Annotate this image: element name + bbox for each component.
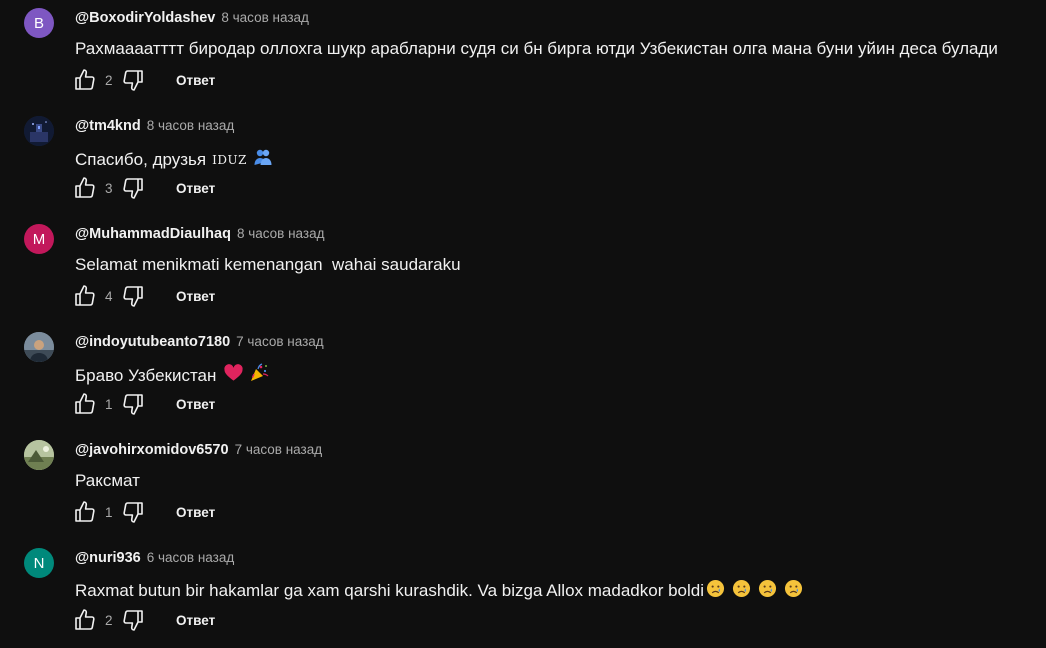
comment-text: Рахмаааатттт биродар оллохга шукр арабла… xyxy=(75,39,998,59)
dislike-icon[interactable] xyxy=(120,607,146,633)
author-name[interactable]: @tm4knd xyxy=(75,118,141,134)
comment-header: @indoyutubeanto7180 7 часов назад xyxy=(75,334,324,354)
avatar-letter: N xyxy=(33,554,45,572)
comment-header: @MuhammadDiaulhaq 8 часов назад xyxy=(75,226,324,246)
avatar[interactable]: M xyxy=(24,224,54,254)
reply-button[interactable]: Ответ xyxy=(176,289,215,304)
comment-actions: 3 Ответ xyxy=(72,174,215,202)
comment-header: @BoxodirYoldashev 8 часов назад xyxy=(75,10,309,30)
comment-text-content: Рахмаааатттт биродар оллохга шукр арабла… xyxy=(75,39,998,58)
comment-text-content: Раксмат xyxy=(75,471,140,490)
avatar-letter: M xyxy=(32,230,46,248)
comment-text-content: Спасибо, друзья xyxy=(75,149,207,169)
comment-text: Raxmat butun bir hakamlar ga xam qarshi … xyxy=(75,579,803,603)
comment-item: B @BoxodirYoldashev 8 часов назад Рахмаа… xyxy=(0,0,1046,108)
avatar[interactable] xyxy=(24,332,54,362)
reply-button[interactable]: Ответ xyxy=(176,505,215,520)
red-heart-icon xyxy=(224,364,244,387)
like-count: 4 xyxy=(105,288,113,304)
dislike-icon[interactable] xyxy=(120,499,146,525)
photo-avatar-night-icon xyxy=(24,116,54,146)
comment-timestamp[interactable]: 7 часов назад xyxy=(235,442,323,457)
photo-avatar-landscape-icon xyxy=(24,440,54,470)
comment-item: M @MuhammadDiaulhaq 8 часов назад Selama… xyxy=(0,216,1046,324)
like-count: 2 xyxy=(105,72,113,88)
comment-text: Раксмат xyxy=(75,471,140,491)
avatar[interactable] xyxy=(24,116,54,146)
comment-timestamp[interactable]: 8 часов назад xyxy=(147,118,235,133)
like-icon[interactable] xyxy=(72,175,98,201)
like-count: 1 xyxy=(105,396,113,412)
like-icon[interactable] xyxy=(72,391,98,417)
comment-text-content: Raxmat butun bir hakamlar ga xam qarshi … xyxy=(75,581,704,600)
comment-item: @javohirxomidov6570 7 часов назад Раксма… xyxy=(0,432,1046,540)
reply-button[interactable]: Ответ xyxy=(176,397,215,412)
comment-timestamp[interactable]: 8 часов назад xyxy=(237,226,325,241)
reply-button[interactable]: Ответ xyxy=(176,73,215,88)
like-icon[interactable] xyxy=(72,67,98,93)
comment-timestamp[interactable]: 7 часов назад xyxy=(236,334,324,349)
comment-header: @tm4knd 8 часов назад xyxy=(75,118,234,138)
comment-item: N @nuri936 6 часов назад Raxmat butun bi… xyxy=(0,540,1046,648)
comment-timestamp[interactable]: 8 часов назад xyxy=(221,10,309,25)
author-name[interactable]: @javohirxomidov6570 xyxy=(75,442,229,458)
comment-text-content: Браво Узбекистан xyxy=(75,365,217,385)
crying-face-icon xyxy=(706,579,725,603)
crying-face-icon xyxy=(732,579,751,603)
like-count: 1 xyxy=(105,504,113,520)
comment-header: @nuri936 6 часов назад xyxy=(75,550,234,570)
comment-text: Selamat menikmati kemenangan wahai sauda… xyxy=(75,255,461,275)
comment-timestamp[interactable]: 6 часов назад xyxy=(147,550,235,565)
like-icon[interactable] xyxy=(72,499,98,525)
avatar[interactable]: B xyxy=(24,8,54,38)
dislike-icon[interactable] xyxy=(120,175,146,201)
like-icon[interactable] xyxy=(72,283,98,309)
author-name[interactable]: @MuhammadDiaulhaq xyxy=(75,226,231,242)
author-name[interactable]: @indoyutubeanto7180 xyxy=(75,334,230,350)
comment-header: @javohirxomidov6570 7 часов назад xyxy=(75,442,322,462)
comment-text-content: Selamat menikmati kemenangan wahai sauda… xyxy=(75,255,461,274)
comment-actions: 2 Ответ xyxy=(72,606,215,634)
avatar[interactable]: N xyxy=(24,548,54,578)
comment-actions: 1 Ответ xyxy=(72,498,215,526)
like-count: 2 xyxy=(105,612,113,628)
comment-actions: 2 Ответ xyxy=(72,66,215,94)
crying-face-icon xyxy=(784,579,803,603)
comment-item: @indoyutubeanto7180 7 часов назад Браво … xyxy=(0,324,1046,432)
author-name[interactable]: @BoxodirYoldashev xyxy=(75,10,215,26)
comment-text-extra: IDUZ xyxy=(212,152,247,167)
dislike-icon[interactable] xyxy=(120,67,146,93)
comment-item: @tm4knd 8 часов назад Спасибо, друзья ID… xyxy=(0,108,1046,216)
party-popper-icon xyxy=(249,363,269,388)
dislike-icon[interactable] xyxy=(120,283,146,309)
reply-button[interactable]: Ответ xyxy=(176,181,215,196)
avatar-letter: B xyxy=(33,14,44,32)
comment-text: Спасибо, друзья IDUZ xyxy=(75,147,273,172)
crying-face-icon xyxy=(758,579,777,603)
comment-actions: 4 Ответ xyxy=(72,282,215,310)
people-hugging-icon xyxy=(253,147,273,172)
photo-avatar-person-icon xyxy=(24,332,54,362)
comment-actions: 1 Ответ xyxy=(72,390,215,418)
like-icon[interactable] xyxy=(72,607,98,633)
reply-button[interactable]: Ответ xyxy=(176,613,215,628)
avatar[interactable] xyxy=(24,440,54,470)
like-count: 3 xyxy=(105,180,113,196)
comment-text: Браво Узбекистан xyxy=(75,363,269,388)
dislike-icon[interactable] xyxy=(120,391,146,417)
author-name[interactable]: @nuri936 xyxy=(75,550,141,566)
